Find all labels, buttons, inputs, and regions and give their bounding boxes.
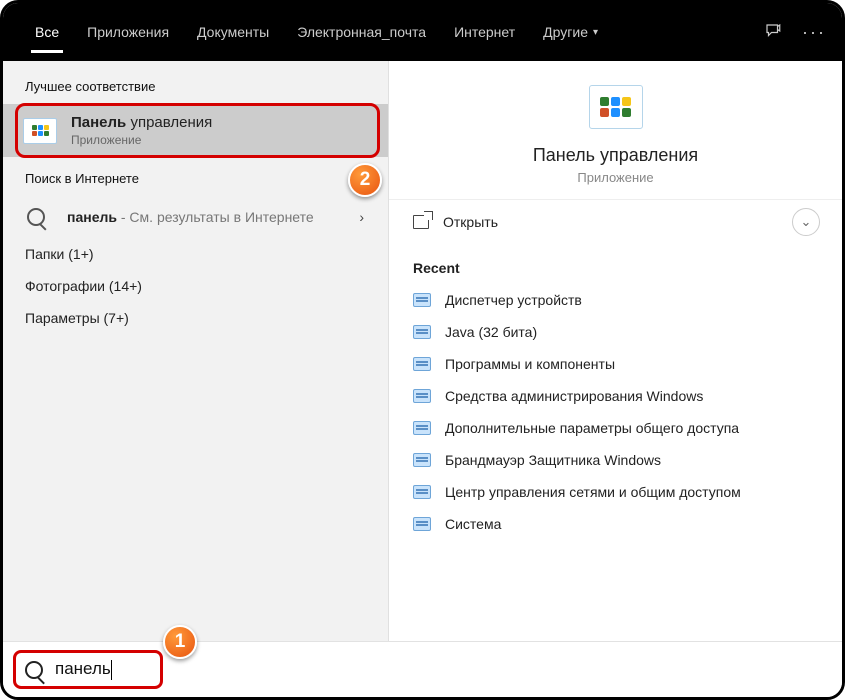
- results-area: Лучшее соответствие Панель управления Пр…: [3, 61, 842, 641]
- control-panel-icon: [23, 118, 57, 144]
- recent-item[interactable]: Центр управления сетями и общим доступом: [413, 476, 818, 508]
- tab-more[interactable]: Другие▾: [529, 3, 612, 61]
- results-list: Лучшее соответствие Панель управления Пр…: [3, 61, 388, 641]
- settings-category[interactable]: Параметры (7+): [3, 302, 388, 334]
- applet-icon: [413, 453, 431, 467]
- preview-pane: Панель управления Приложение Открыть ⌄ R…: [388, 61, 842, 641]
- search-filter-tabs: Все Приложения Документы Электронная_поч…: [3, 3, 842, 61]
- photos-category[interactable]: Фотографии (14+): [3, 270, 388, 302]
- chevron-right-icon: ›: [359, 209, 364, 225]
- recent-item[interactable]: Дополнительные параметры общего доступа: [413, 412, 818, 444]
- search-bar[interactable]: панель: [3, 641, 842, 697]
- tab-all[interactable]: Все: [21, 3, 73, 61]
- search-input[interactable]: панель: [55, 659, 255, 680]
- web-search-header: Поиск в Интернете: [3, 163, 388, 196]
- applet-icon: [413, 293, 431, 307]
- recent-item[interactable]: Средства администрирования Windows: [413, 380, 818, 412]
- open-action[interactable]: Открыть ⌄: [389, 200, 842, 244]
- search-icon: [27, 208, 45, 226]
- tab-documents[interactable]: Документы: [183, 3, 283, 61]
- annotation-badge-1: 1: [163, 625, 197, 659]
- preview-subtitle: Приложение: [389, 170, 842, 185]
- recent-item[interactable]: Система: [413, 508, 818, 540]
- best-match-header: Лучшее соответствие: [3, 71, 388, 104]
- feedback-icon[interactable]: [764, 22, 782, 43]
- window-frame: Все Приложения Документы Электронная_поч…: [0, 0, 845, 700]
- open-icon: [413, 215, 429, 229]
- options-button[interactable]: ···: [802, 22, 826, 43]
- recent-item[interactable]: Диспетчер устройств: [413, 284, 818, 316]
- applet-icon: [413, 485, 431, 499]
- applet-icon: [413, 421, 431, 435]
- recent-item[interactable]: Java (32 бита): [413, 316, 818, 348]
- folders-category[interactable]: Папки (1+): [3, 238, 388, 270]
- web-search-result[interactable]: панель - См. результаты в Интернете ›: [3, 196, 388, 238]
- tab-internet[interactable]: Интернет: [440, 3, 529, 61]
- best-match-text: Панель управления Приложение: [71, 114, 212, 147]
- best-match-result[interactable]: Панель управления Приложение: [3, 104, 388, 157]
- recent-item[interactable]: Программы и компоненты: [413, 348, 818, 380]
- recent-section: Recent Диспетчер устройств Java (32 бита…: [389, 244, 842, 540]
- search-icon: [25, 661, 43, 679]
- annotation-badge-2: 2: [348, 163, 382, 197]
- expand-button[interactable]: ⌄: [792, 208, 820, 236]
- recent-header: Recent: [413, 260, 818, 276]
- applet-icon: [413, 517, 431, 531]
- applet-icon: [413, 389, 431, 403]
- recent-item[interactable]: Брандмауэр Защитника Windows: [413, 444, 818, 476]
- preview-title: Панель управления: [389, 145, 842, 166]
- chevron-down-icon: ▾: [593, 27, 598, 38]
- preview-control-panel-icon: [589, 85, 643, 129]
- tab-email[interactable]: Электронная_почта: [283, 3, 440, 61]
- tab-apps[interactable]: Приложения: [73, 3, 183, 61]
- applet-icon: [413, 357, 431, 371]
- applet-icon: [413, 325, 431, 339]
